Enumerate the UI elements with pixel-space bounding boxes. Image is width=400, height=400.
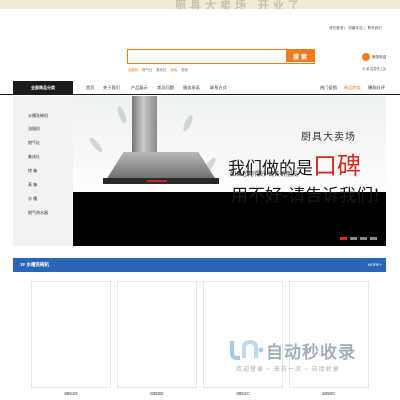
hero-headline-accent: 口碑 (313, 152, 361, 180)
favorite-link[interactable]: 收藏本站 (348, 26, 362, 30)
phone-icon (362, 53, 370, 61)
search-button[interactable]: 搜 索 (286, 50, 314, 62)
nav-item-new[interactable]: 新品特卖 (344, 85, 361, 91)
category-item[interactable]: 燃气热水器> (13, 206, 77, 218)
search-box: 搜 索 (127, 49, 315, 64)
category-item[interactable]: 水槽洗碗机> (13, 109, 77, 121)
nav-item-faq[interactable]: 常见问题 (157, 85, 174, 91)
hero-bottom-line: 用不好-请告诉我们! (231, 186, 380, 206)
hot-keyword[interactable]: 厨柜 (181, 68, 188, 72)
category-item[interactable]: 蒸 箱> (13, 178, 77, 190)
hero-title: 厨具大卖场 (301, 132, 356, 143)
more-link[interactable]: MORE+ (368, 262, 382, 267)
hot-keyword[interactable]: 燃气灶 (142, 68, 152, 72)
hot-keyword[interactable]: 集成灶 (156, 68, 166, 72)
contact-link[interactable]: 联系我们 (368, 26, 382, 30)
watermark-subtitle: 欢迎登录 ~ 来访一次 ~ 自动收录 (236, 367, 340, 373)
nav-item-about[interactable]: 关于我们 (103, 85, 120, 91)
hot-keywords: 油烟机 燃气灶 集成灶 消毒 厨柜 (128, 67, 191, 72)
category-sidebar: 水槽洗碗机> 油烟机> 燃气灶> 集成灶> 烤 箱> 蒸 箱> 水 槽> 燃气热… (13, 96, 77, 246)
nav-item-bestseller[interactable]: 爆款好评 (368, 85, 385, 91)
hot-keyword[interactable]: 消毒 (170, 68, 177, 72)
product-name[interactable]: 8951C (203, 391, 283, 396)
product-card[interactable] (117, 281, 197, 388)
nav-item-contact[interactable]: 联系方式 (210, 85, 227, 91)
category-item[interactable]: 烤 箱> (13, 164, 77, 176)
hot-keyword[interactable]: 油烟机 (128, 68, 138, 72)
service-title: 服务电话 (372, 55, 387, 59)
range-hood-body (106, 152, 216, 180)
category-item[interactable]: 集成灶> (13, 150, 77, 162)
nav-item-products[interactable]: 产品展示 (131, 85, 148, 91)
slide-dot[interactable] (350, 237, 357, 240)
product-name[interactable]: 8350C (289, 391, 369, 396)
hero-banner[interactable]: 厨具大卖场 我们做的是口碑 如果您用得好-请告诉朋友 用不好-请告诉我们! (73, 96, 386, 246)
watermark: 自动秒收录 欢迎登录 ~ 来访一次 ~ 自动收录 (228, 338, 388, 382)
section-title: 1F 水槽洗碗机 (20, 262, 50, 267)
watermark-title: 自动秒收录 (266, 343, 356, 363)
product-name[interactable]: 8951D (31, 391, 111, 396)
service-hotline: 服务电话 安 聚 莫要来上莫 (362, 53, 392, 75)
login-link[interactable]: 请先登录 (329, 26, 343, 30)
all-categories-button[interactable]: 全部商品分类 (13, 81, 73, 95)
category-item[interactable]: 油烟机> (13, 122, 77, 134)
top-links: 请先登录 | 收藏本站 | 联系我们 (329, 26, 382, 30)
nav-item-service[interactable]: 服务承诺 (183, 85, 200, 91)
category-item[interactable]: 水 槽> (13, 192, 77, 204)
nav-item-home[interactable]: 首页 (86, 85, 94, 91)
product-card[interactable] (31, 281, 111, 388)
top-banner-text: 厨具大卖场 开业了 (175, 0, 303, 9)
category-item[interactable]: 燃气灶> (13, 136, 77, 148)
top-banner: 厨具大卖场 开业了 (0, 0, 400, 9)
hero-subline: 如果您用得好-请告诉朋友 (230, 172, 298, 178)
slide-dot[interactable] (370, 237, 377, 240)
main-nav: 全部商品分类 首页 关于我们 产品展示 常见问题 服务承诺 联系方式 热门促销 … (0, 81, 400, 95)
slide-dot[interactable] (360, 237, 367, 240)
watermark-logo-icon (230, 339, 264, 360)
slide-dot[interactable] (340, 237, 347, 240)
range-hood-light (147, 180, 167, 182)
floor-section-header: 1F 水槽洗碗机 MORE+ (13, 258, 386, 272)
search-input[interactable] (128, 50, 284, 62)
nav-item-hot[interactable]: 热门促销 (320, 85, 337, 91)
range-hood-image (132, 96, 157, 152)
product-name[interactable]: 8350D (117, 391, 197, 396)
service-subtitle: 安 聚 莫要来上莫 (362, 67, 387, 71)
